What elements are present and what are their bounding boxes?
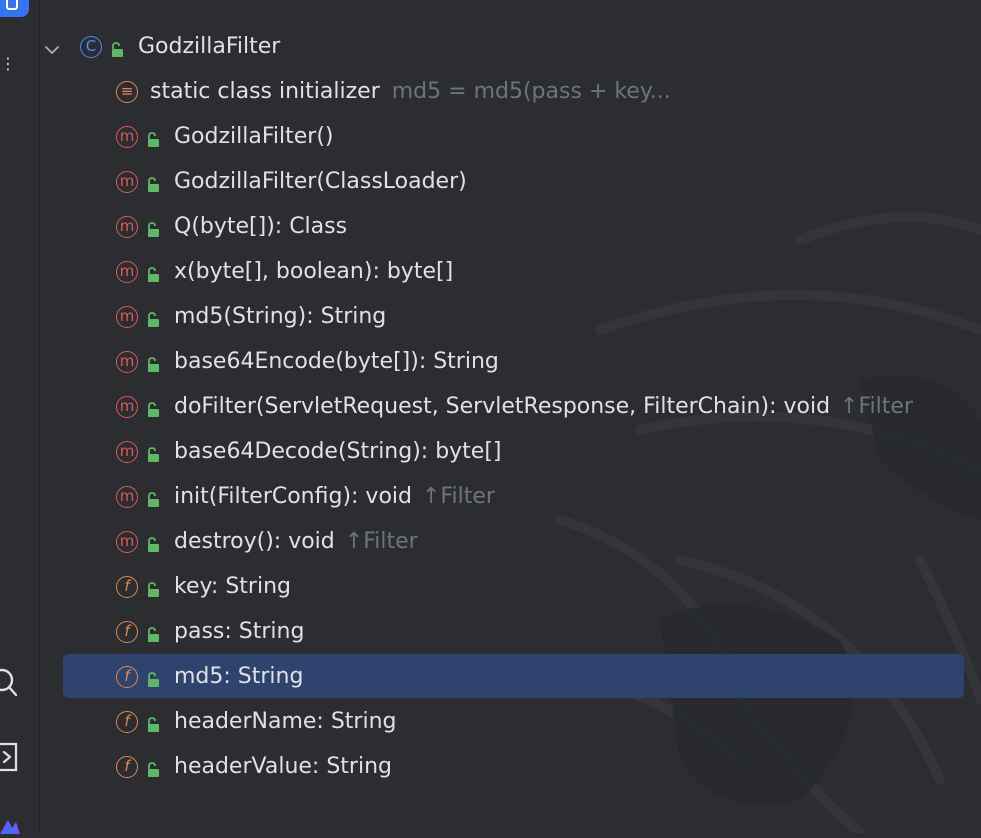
- lock-open-icon: [146, 624, 160, 642]
- field-icon: f: [116, 665, 138, 688]
- field-icon: f: [116, 710, 138, 733]
- tree-node-member[interactable]: f pass: String: [40, 609, 981, 654]
- tree-node-label: base64Encode(byte[]): String: [174, 349, 499, 374]
- lock-open-icon: [146, 714, 160, 732]
- product-logo-icon[interactable]: [0, 819, 20, 834]
- tree-node-label: x(byte[], boolean): byte[]: [174, 259, 454, 284]
- tree-node-member[interactable]: m destroy(): void ↑Filter: [40, 519, 981, 564]
- structure-tool-icon: [6, 0, 18, 10]
- method-icon: m: [116, 215, 138, 238]
- tree-node-member[interactable]: m x(byte[], boolean): byte[]: [40, 249, 981, 294]
- tree-node-class[interactable]: C GodzillaFilter: [40, 24, 981, 69]
- lock-open-icon: [146, 669, 160, 687]
- lock-open-icon: [146, 174, 160, 192]
- method-icon: m: [116, 440, 138, 463]
- inherited-from-label: ↑Filter: [422, 484, 495, 509]
- lock-open-icon: [146, 489, 160, 507]
- method-icon: m: [116, 170, 138, 193]
- structure-panel: C GodzillaFilter ≡ static class initializer…: [40, 0, 981, 833]
- tree-node-label: pass: String: [174, 619, 305, 644]
- class-icon: C: [80, 35, 102, 58]
- tree-node-label: headerName: String: [174, 709, 397, 734]
- lock-open-icon: [146, 534, 160, 552]
- tree-node-label: static class initializer: [150, 79, 380, 104]
- lock-open-icon: [146, 309, 160, 327]
- tree-node-label: destroy(): void: [174, 529, 335, 554]
- method-icon: m: [116, 530, 138, 553]
- lock-open-icon: [146, 264, 160, 282]
- tree-node-member[interactable]: f md5: String: [40, 654, 981, 699]
- initializer-hint: md5 = md5(pass + key...: [391, 79, 671, 104]
- static-initializer-icon: ≡: [116, 80, 138, 103]
- method-icon: m: [116, 395, 138, 418]
- tree-node-member[interactable]: m GodzillaFilter(ClassLoader): [40, 159, 981, 204]
- lock-open-icon: [146, 444, 160, 462]
- lock-open-icon: [146, 399, 160, 417]
- tree-node-label: doFilter(ServletRequest, ServletResponse…: [174, 394, 831, 419]
- inherited-from-label: ↑Filter: [840, 394, 913, 419]
- method-icon: m: [116, 350, 138, 373]
- inherited-from-label: ↑Filter: [344, 529, 418, 554]
- method-icon: m: [116, 125, 138, 148]
- tree-node-label: md5: String: [174, 664, 304, 689]
- tree-node-member[interactable]: m base64Encode(byte[]): String: [40, 339, 981, 384]
- method-icon: m: [116, 485, 138, 508]
- tree-node-member[interactable]: f headerName: String: [40, 699, 981, 744]
- tree-node-label: headerValue: String: [174, 754, 392, 779]
- field-icon: f: [116, 620, 138, 643]
- tool-window-strip: ⋮: [0, 0, 40, 834]
- lock-open-icon: [146, 219, 160, 237]
- tree-node-label: GodzillaFilter(ClassLoader): [174, 169, 467, 194]
- field-icon: f: [116, 575, 138, 598]
- tree-node-member[interactable]: m doFilter(ServletRequest, ServletRespons…: [40, 384, 981, 429]
- tree-node-label: base64Decode(String): byte[]: [174, 439, 502, 464]
- chevron-down-icon[interactable]: [44, 39, 60, 55]
- lock-open-icon: [146, 579, 160, 597]
- lock-open-icon: [146, 354, 160, 372]
- tree-node-member[interactable]: m init(FilterConfig): void ↑Filter: [40, 474, 981, 519]
- tree-node-member[interactable]: ≡ static class initializer md5 = md5(pass …: [40, 69, 981, 114]
- lock-open-icon: [110, 39, 124, 57]
- tree-node-member[interactable]: f headerValue: String: [40, 744, 981, 789]
- method-icon: m: [116, 305, 138, 328]
- search-icon[interactable]: [0, 668, 22, 698]
- run-icon[interactable]: [0, 740, 22, 772]
- lock-open-icon: [146, 759, 160, 777]
- tree-node-label: key: String: [174, 574, 291, 599]
- tree-node-member[interactable]: m Q(byte[]): Class: [40, 204, 981, 249]
- tree-node-label: GodzillaFilter: [138, 34, 281, 59]
- tree-node-member[interactable]: m base64Decode(String): byte[]: [40, 429, 981, 474]
- structure-tool-button[interactable]: [0, 0, 29, 17]
- more-icon[interactable]: ⋮: [0, 54, 20, 74]
- tree-node-label: GodzillaFilter(): [174, 124, 334, 149]
- tree-node-label: init(FilterConfig): void: [174, 484, 412, 509]
- method-icon: m: [116, 260, 138, 283]
- lock-open-icon: [146, 129, 160, 147]
- tree-node-member[interactable]: m GodzillaFilter(): [40, 114, 981, 159]
- field-icon: f: [116, 755, 138, 778]
- tree-node-member[interactable]: m md5(String): String: [40, 294, 981, 339]
- tree-node-member[interactable]: f key: String: [40, 564, 981, 609]
- tree-node-label: md5(String): String: [174, 304, 387, 329]
- tree-node-label: Q(byte[]): Class: [174, 214, 348, 239]
